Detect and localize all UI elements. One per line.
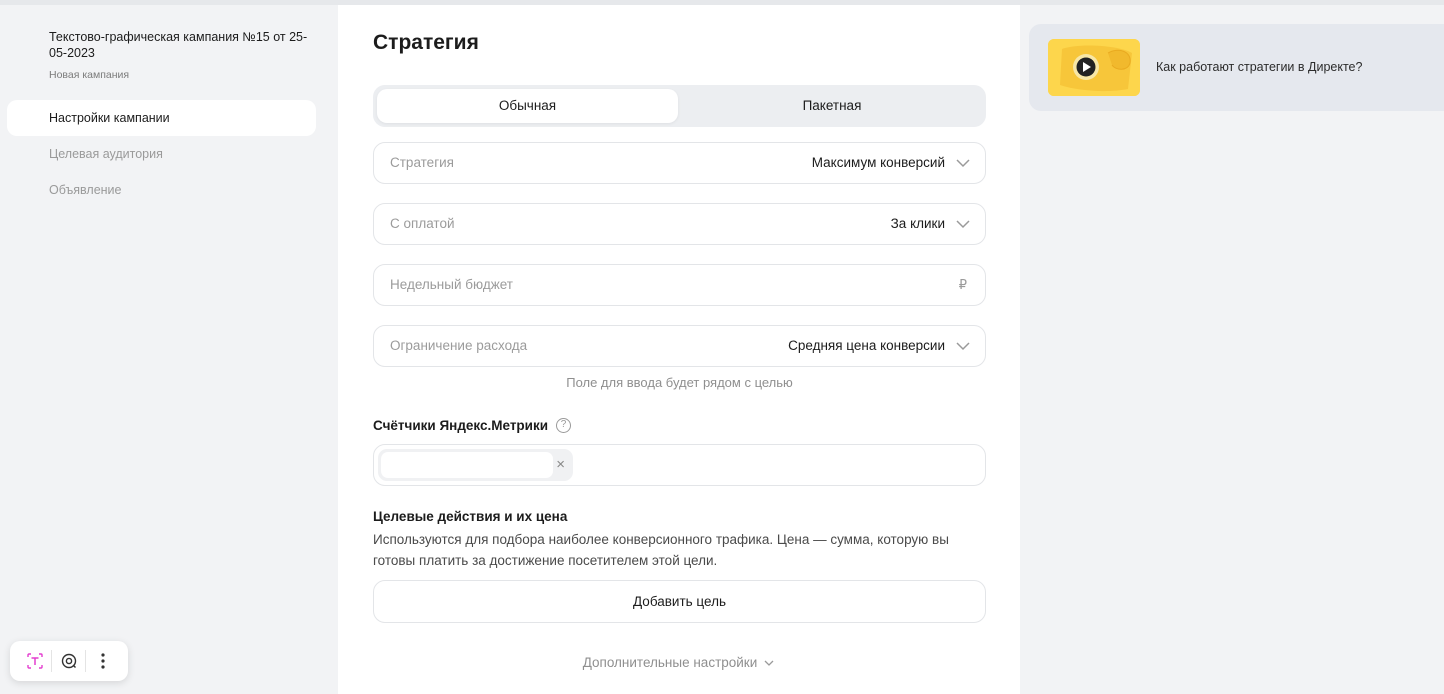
strategy-form: Стратегия Обычная Пакетная Стратегия Мак…	[338, 5, 1020, 694]
metrika-counters-input[interactable]: ×	[373, 444, 986, 486]
strategy-select-label: Стратегия	[390, 155, 454, 170]
goals-description: Используются для подбора наиболее конвер…	[373, 532, 949, 568]
payment-select[interactable]: С оплатой За клики	[373, 203, 986, 245]
metrika-counters-title: Счётчики Яндекс.Метрики	[373, 418, 549, 433]
remove-chip-icon[interactable]: ×	[556, 449, 565, 481]
spend-limit-select[interactable]: Ограничение расхода Средняя цена конверс…	[373, 325, 986, 367]
tab-package[interactable]: Пакетная	[682, 89, 982, 123]
strategy-select[interactable]: Стратегия Максимум конверсий	[373, 142, 986, 184]
campaign-title: Текстово-графическая кампания №15 от 25-…	[49, 30, 308, 60]
add-goal-button[interactable]: Добавить цель	[373, 580, 986, 623]
goals-title: Целевые действия и их цена	[373, 509, 568, 524]
additional-settings-toggle[interactable]: Дополнительные настройки	[338, 655, 1020, 670]
payment-select-label: С оплатой	[390, 216, 455, 231]
video-thumbnail	[1048, 39, 1140, 96]
tab-regular[interactable]: Обычная	[377, 89, 678, 123]
lens-icon[interactable]	[52, 645, 85, 677]
more-vertical-icon[interactable]	[86, 645, 119, 677]
help-panel: Как работают стратегии в Директе?	[1020, 5, 1444, 694]
help-icon[interactable]: ?	[556, 418, 572, 433]
metrika-counters-label: Счётчики Яндекс.Метрики ?	[373, 418, 572, 433]
page-title: Стратегия	[373, 31, 479, 54]
spend-limit-label: Ограничение расхода	[390, 338, 528, 353]
additional-settings-label: Дополнительные настройки	[582, 655, 758, 670]
sidebar-item-target-audience[interactable]: Целевая аудитория	[7, 136, 316, 172]
sidebar: Текстово-графическая кампания №15 от 25-…	[0, 5, 338, 694]
currency-symbol: ₽	[958, 277, 967, 292]
chevron-down-icon	[956, 159, 970, 168]
counter-name-redacted	[381, 452, 553, 478]
chevron-down-icon	[956, 342, 970, 351]
strategy-type-switch: Обычная Пакетная	[373, 85, 986, 127]
spend-limit-value: Средняя цена конверсии	[788, 338, 945, 353]
chevron-down-icon	[956, 220, 970, 229]
text-select-icon[interactable]	[18, 645, 51, 677]
help-video-title: Как работают стратегии в Директе?	[1156, 60, 1363, 74]
weekly-budget-placeholder: Недельный бюджет	[390, 277, 513, 292]
chevron-down-icon	[764, 660, 774, 667]
weekly-budget-input[interactable]: Недельный бюджет ₽	[373, 264, 986, 306]
strategy-select-value: Максимум конверсий	[811, 155, 945, 170]
campaign-status: Новая кампания	[49, 69, 130, 81]
help-video-card[interactable]: Как работают стратегии в Директе?	[1029, 24, 1444, 111]
sidebar-item-ad[interactable]: Объявление	[7, 172, 316, 208]
floating-toolbar	[10, 641, 128, 681]
metrika-counter-chip: ×	[378, 449, 573, 481]
payment-select-value: За клики	[890, 216, 945, 231]
sidebar-item-campaign-settings[interactable]: Настройки кампании	[7, 100, 316, 136]
spend-limit-hint: Поле для ввода будет рядом с целью	[566, 375, 793, 390]
